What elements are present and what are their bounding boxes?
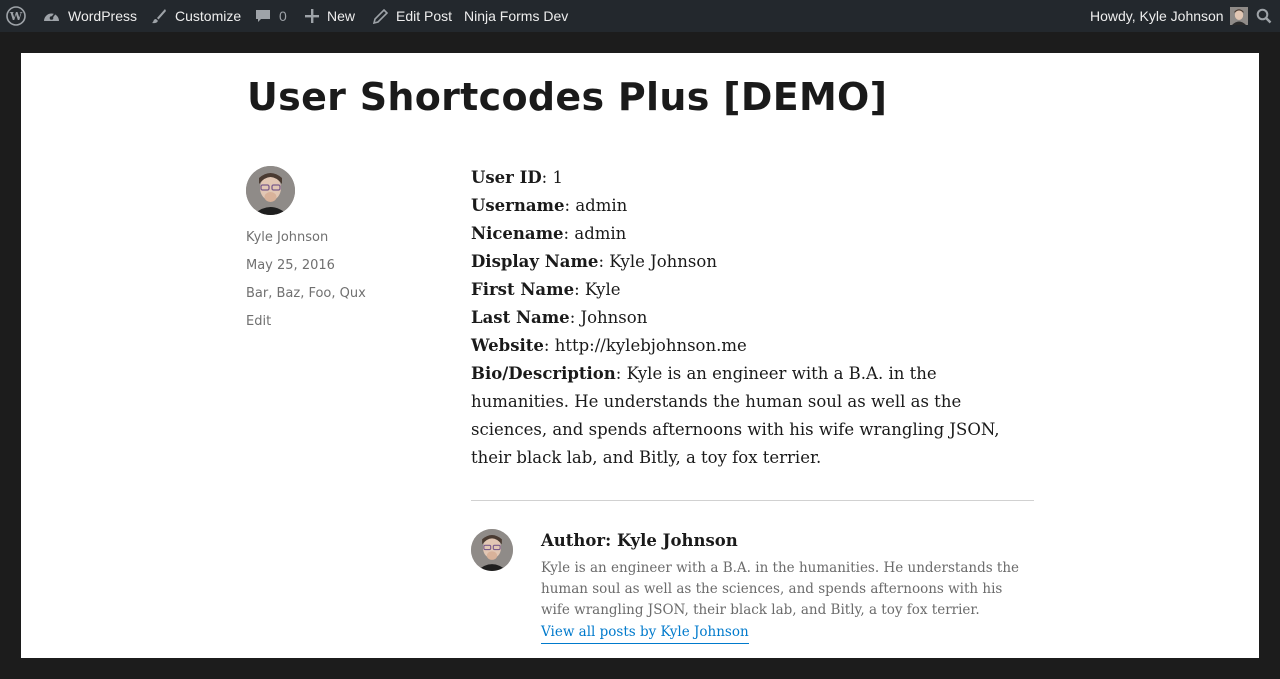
paintbrush-icon bbox=[151, 8, 167, 24]
pencil-icon bbox=[373, 8, 388, 24]
field-label: Last Name bbox=[471, 308, 570, 327]
new-content-link[interactable]: New bbox=[305, 0, 355, 32]
search-button[interactable] bbox=[1256, 0, 1272, 32]
field-value: Kyle bbox=[584, 280, 621, 299]
field-label: Bio/Description bbox=[471, 364, 616, 383]
edit-post-label: Edit Post bbox=[396, 8, 453, 24]
tags-links[interactable]: Bar, Baz, Foo, Qux bbox=[246, 280, 436, 308]
edit-post-link[interactable]: Edit Post bbox=[373, 0, 452, 32]
howdy-label: Howdy, Kyle Johnson bbox=[1090, 8, 1224, 24]
field-display-name: Display Name: Kyle Johnson bbox=[471, 252, 717, 271]
post-title: User Shortcodes Plus [DEMO] bbox=[247, 75, 888, 119]
site-name-label: WordPress bbox=[68, 8, 137, 24]
entry-meta: Kyle Johnson May 25, 2016 Bar, Baz, Foo,… bbox=[246, 166, 436, 336]
admin-bar: W WordPress Customize 0 New Edit Post Ni… bbox=[0, 0, 1280, 32]
admin-bar-avatar bbox=[1229, 7, 1248, 25]
field-bio: Bio/Description: Kyle is an engineer wit… bbox=[471, 364, 1000, 467]
wordpress-logo-icon: W bbox=[6, 6, 26, 26]
author-avatar[interactable] bbox=[246, 166, 295, 215]
field-label: User ID bbox=[471, 168, 542, 187]
field-user-id: User ID: 1 bbox=[471, 168, 563, 187]
view-all-posts-link[interactable]: View all posts by Kyle Johnson bbox=[541, 622, 749, 644]
svg-text:W: W bbox=[9, 10, 23, 23]
user-fields: User ID: 1 Username: admin Nicename: adm… bbox=[471, 164, 1036, 472]
post-date-link[interactable]: May 25, 2016 bbox=[246, 252, 436, 280]
author-info: Author: Kyle Johnson Kyle is an engineer… bbox=[541, 531, 1031, 644]
field-label: Display Name bbox=[471, 252, 599, 271]
author-name-link[interactable]: Kyle Johnson bbox=[246, 224, 436, 252]
field-label: First Name bbox=[471, 280, 575, 299]
new-label: New bbox=[327, 8, 356, 24]
dashboard-icon bbox=[43, 8, 60, 24]
customize-link[interactable]: Customize bbox=[151, 0, 241, 32]
field-value: admin bbox=[574, 224, 627, 243]
field-first-name: First Name: Kyle bbox=[471, 280, 621, 299]
my-account-menu[interactable]: Howdy, Kyle Johnson bbox=[1090, 0, 1248, 32]
site-dev-label: Ninja Forms Dev bbox=[464, 8, 569, 24]
field-value: 1 bbox=[552, 168, 563, 187]
comments-link[interactable]: 0 bbox=[255, 0, 287, 32]
search-icon bbox=[1256, 8, 1272, 24]
author-heading: Author: Kyle Johnson bbox=[541, 531, 738, 550]
field-value: admin bbox=[575, 196, 628, 215]
edit-link[interactable]: Edit bbox=[246, 308, 436, 336]
plus-icon bbox=[305, 9, 319, 23]
author-info-avatar bbox=[471, 529, 513, 571]
divider bbox=[471, 500, 1034, 501]
field-label: Nicename bbox=[471, 224, 564, 243]
field-website: Website: http://kylebjohnson.me bbox=[471, 336, 747, 355]
site-name-link[interactable]: WordPress bbox=[43, 0, 137, 32]
field-value: Kyle Johnson bbox=[609, 252, 717, 271]
comment-icon bbox=[255, 8, 271, 24]
field-label: Username bbox=[471, 196, 565, 215]
field-value: Johnson bbox=[580, 308, 648, 327]
post-card: User Shortcodes Plus [DEMO] Kyle Johnson… bbox=[21, 53, 1259, 658]
wordpress-menu[interactable]: W bbox=[6, 0, 26, 32]
field-last-name: Last Name: Johnson bbox=[471, 308, 648, 327]
field-username: Username: admin bbox=[471, 196, 628, 215]
comments-count: 0 bbox=[279, 8, 287, 24]
customize-label: Customize bbox=[175, 8, 242, 24]
field-value: http://kylebjohnson.me bbox=[554, 336, 747, 355]
author-bio: Kyle is an engineer with a B.A. in the h… bbox=[541, 560, 1020, 618]
field-nicename: Nicename: admin bbox=[471, 224, 627, 243]
field-label: Website bbox=[471, 336, 544, 355]
site-dev-link[interactable]: Ninja Forms Dev bbox=[464, 0, 568, 32]
